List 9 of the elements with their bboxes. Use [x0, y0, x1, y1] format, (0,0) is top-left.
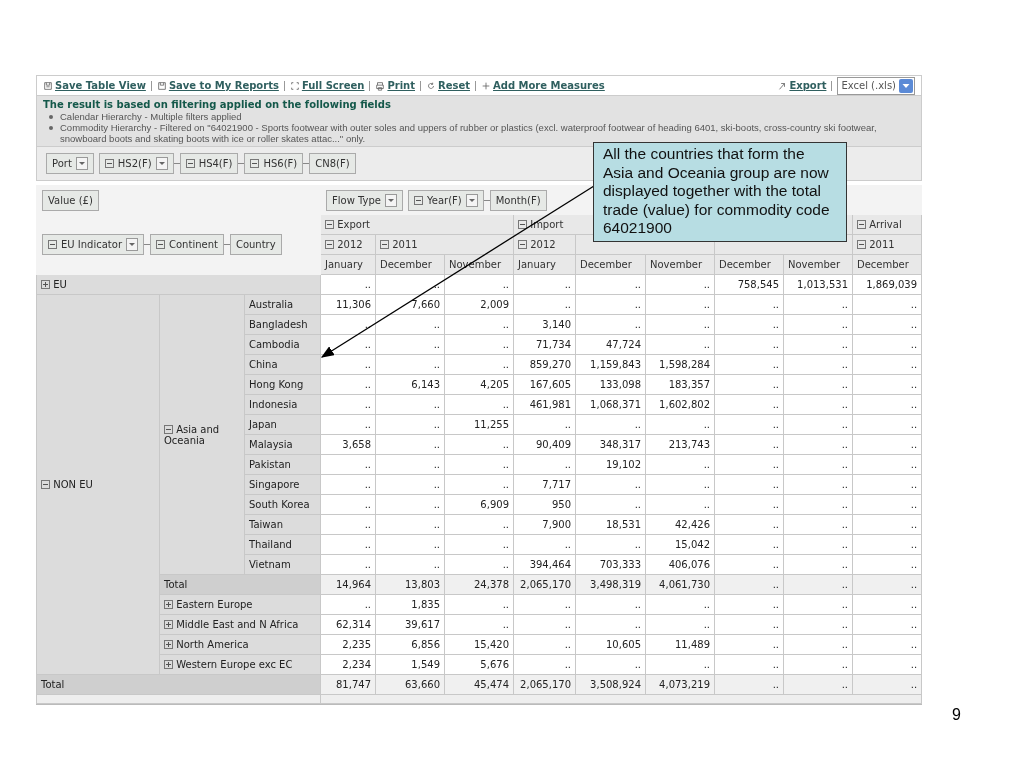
filter-title: The result is based on filtering applied on the following fields — [43, 98, 392, 111]
filter-item: Commodity Hierarchy - Filtered on "64021900 - Sports footwear with outer soles and uppers of rubber or plastics (excl. waterproof footwear of heading 6401, ski-boots, cross-country ski footwear, snowboard boots and skating boots with ice or roller skates attac..." only. — [60, 122, 878, 144]
filter-item: Calendar Hierarchy - Multiple filters applied — [60, 111, 242, 122]
row-header: Total — [36, 674, 321, 695]
slide-number: 9 — [952, 706, 961, 724]
row-header: EU — [36, 274, 321, 295]
row-header: NON EU — [36, 294, 160, 675]
row-header: Asia and Oceania — [159, 294, 245, 575]
callout: All the countries that form the Asia and Oceania group are now displayed together with the total trade (value) for commodity code 64021900 — [593, 142, 847, 242]
